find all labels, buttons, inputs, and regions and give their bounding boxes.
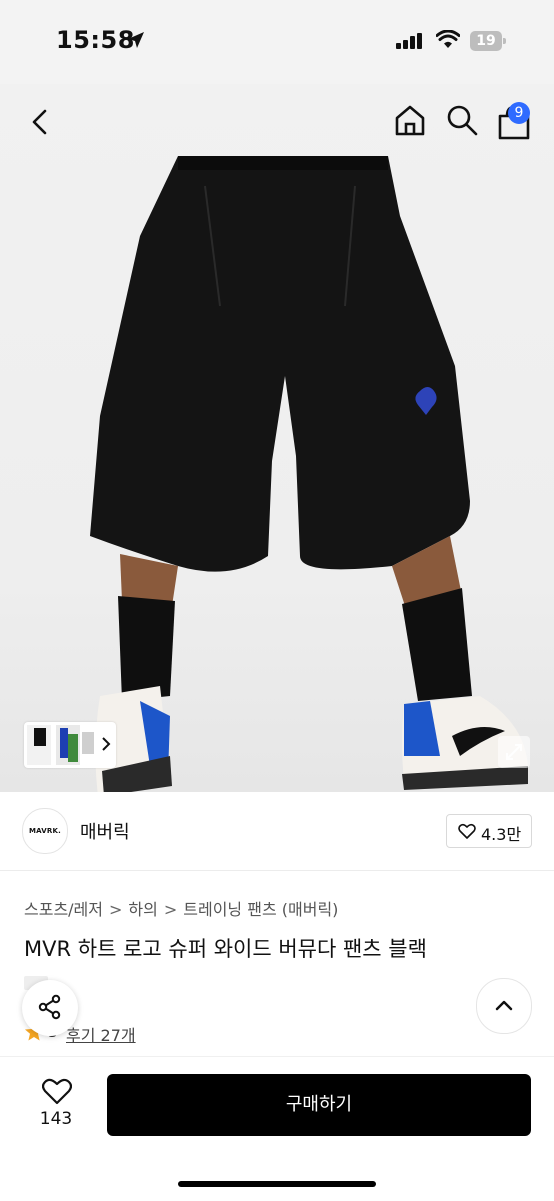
breadcrumb: 스포츠/레저 > 하의 > 트레이닝 팬츠 (매버릭) (24, 896, 338, 920)
location-arrow-icon (128, 32, 144, 48)
home-icon[interactable] (392, 102, 428, 138)
chevron-right-icon[interactable] (96, 732, 116, 756)
product-image-area[interactable] (0, 84, 554, 792)
wishlist-count: 143 (39, 1109, 73, 1129)
heart-icon (458, 823, 476, 839)
breadcrumb-separator: > (163, 900, 178, 919)
battery-level: 19 (476, 33, 496, 49)
brand-name[interactable]: 매버릭 (80, 818, 130, 844)
expand-button[interactable] (498, 736, 530, 768)
cart-badge: 9 (508, 102, 530, 124)
signal-icon (396, 33, 422, 49)
back-chevron-icon[interactable] (22, 104, 58, 140)
chevron-up-icon (495, 1000, 513, 1011)
bottom-action-bar: 143 구매하기 (0, 1056, 554, 1201)
battery-icon: 19 (470, 31, 506, 51)
expand-icon (506, 744, 522, 760)
product-title: MVR 하트 로고 슈퍼 와이드 버뮤다 팬츠 블랙 (24, 937, 427, 961)
buy-button[interactable]: 구매하기 (107, 1074, 531, 1136)
share-button[interactable] (22, 980, 78, 1036)
breadcrumb-item[interactable]: 스포츠/레저 (24, 896, 103, 920)
breadcrumb-item[interactable]: 하의 (128, 896, 157, 920)
status-bar: 15:58 19 (0, 0, 554, 84)
scroll-top-button[interactable] (476, 978, 532, 1034)
brand-logo[interactable]: MAVRK. (22, 808, 68, 854)
brand-like-count: 4.3만 (481, 825, 522, 844)
wishlist-heart-icon[interactable] (42, 1077, 72, 1105)
search-icon[interactable] (444, 102, 480, 138)
status-time: 15:58 (56, 26, 135, 54)
breadcrumb-item[interactable]: 트레이닝 팬츠 (매버릭) (183, 896, 338, 920)
wifi-icon (436, 30, 460, 48)
product-photo[interactable] (0, 156, 554, 792)
home-indicator (178, 1181, 376, 1187)
brand-like-button[interactable]: 4.3만 (446, 814, 532, 848)
brand-row[interactable]: MAVRK. 매버릭 4.3만 (0, 792, 554, 871)
share-icon (38, 994, 61, 1020)
breadcrumb-separator: > (109, 900, 123, 919)
reviews-link[interactable]: 후기 27개 (66, 1022, 136, 1046)
